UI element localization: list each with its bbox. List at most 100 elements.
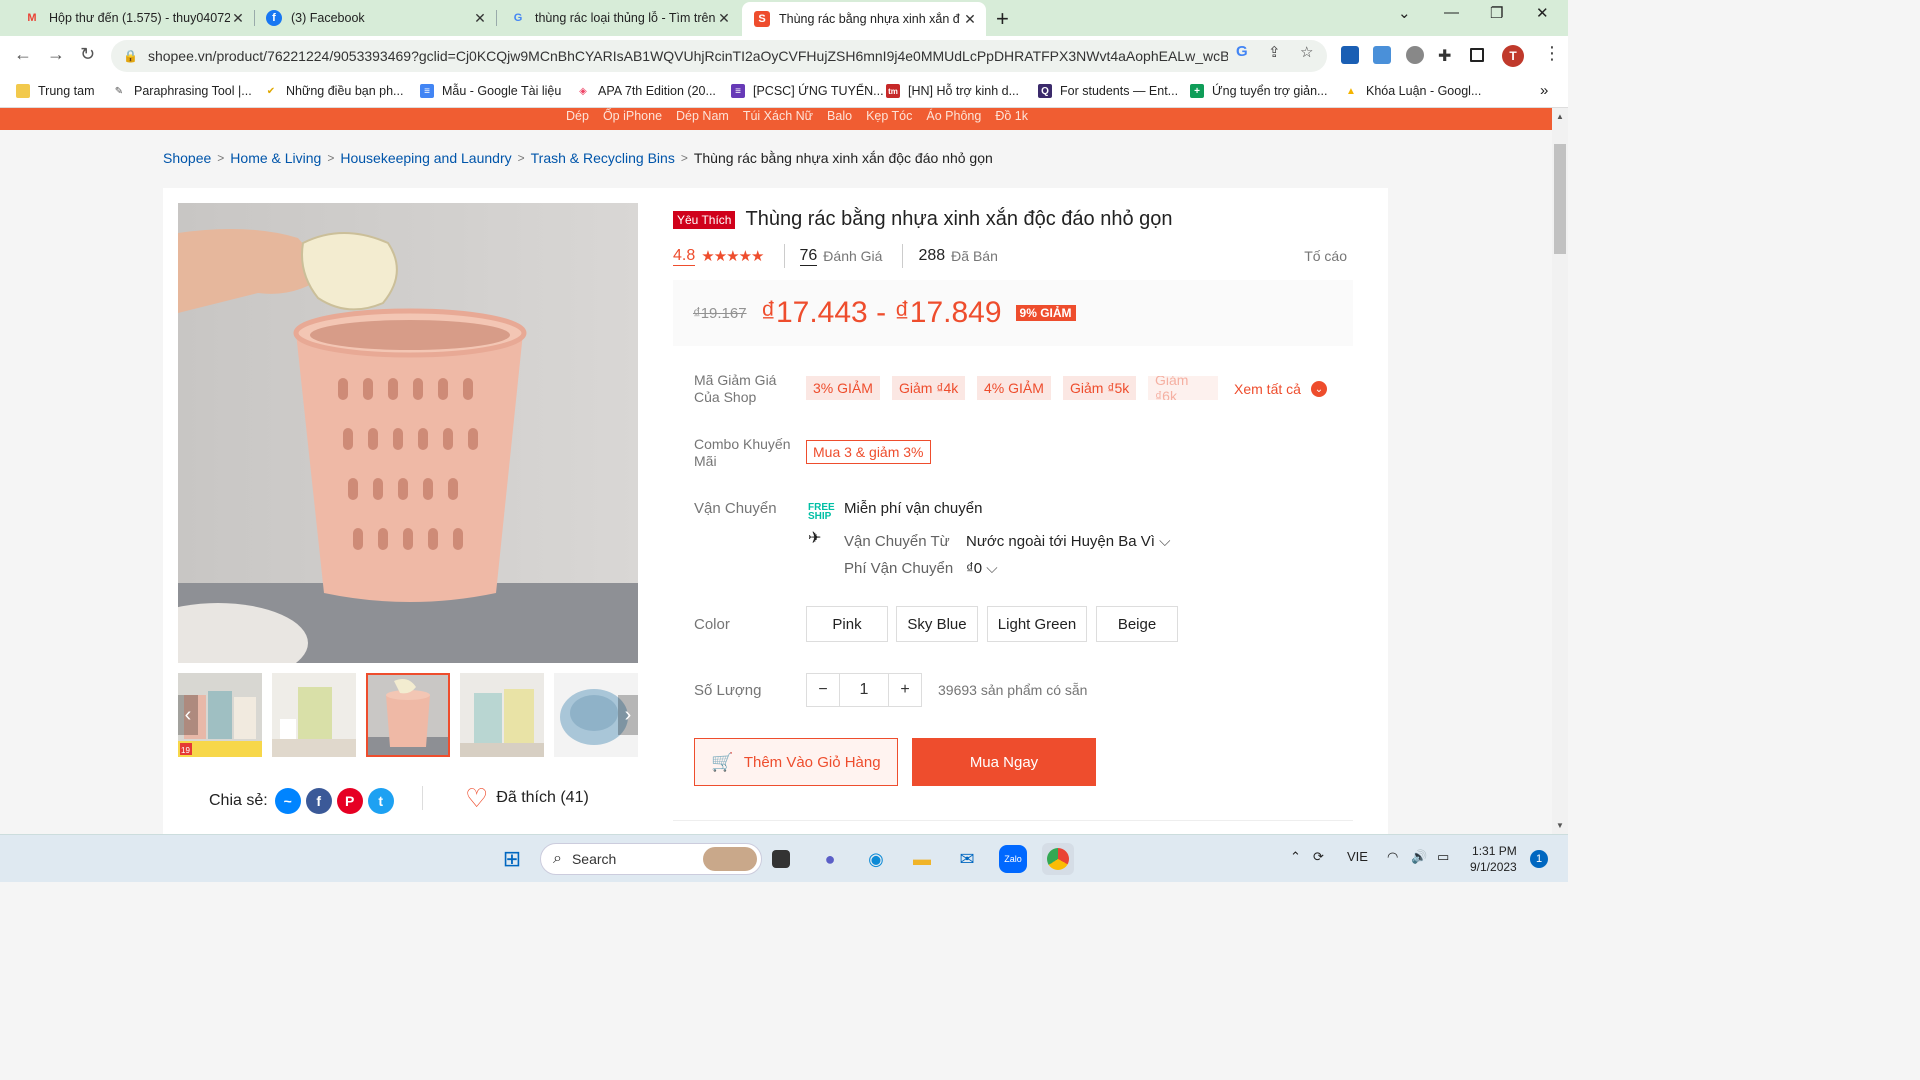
wifi-icon[interactable]: ◠	[1387, 849, 1398, 865]
menu-kebab-icon[interactable]: ⋮	[1543, 43, 1561, 64]
new-tab-icon[interactable]: +	[996, 6, 1009, 32]
buy-now-button[interactable]: Mua Ngay	[912, 738, 1096, 786]
add-to-cart-button[interactable]: 🛒 Thêm Vào Giỏ Hàng	[694, 738, 898, 786]
plus-icon[interactable]: +	[889, 674, 921, 706]
pinterest-icon[interactable]: P	[336, 788, 363, 814]
minus-icon[interactable]: −	[807, 674, 839, 706]
vertical-scrollbar[interactable]: ▲ ▼	[1552, 108, 1568, 834]
facebook-share-icon[interactable]: f	[305, 788, 332, 814]
sync-icon[interactable]: ⟳	[1313, 849, 1324, 865]
tab-search-icon[interactable]: ⌄	[1398, 4, 1411, 22]
scroll-down-icon[interactable]: ▼	[1556, 821, 1564, 830]
bookmark-item[interactable]: ≡ Mẫu - Google Tài liệu	[420, 84, 561, 98]
forward-icon[interactable]: →	[47, 44, 65, 65]
side-panel-icon[interactable]	[1470, 48, 1484, 62]
bookmark-star-icon[interactable]: ☆	[1300, 43, 1313, 61]
profile-avatar[interactable]: T	[1502, 45, 1524, 67]
ship-fee-dropdown[interactable]: ₫0 ⌵	[966, 560, 998, 577]
bookmark-item[interactable]: tm [HN] Hỗ trợ kinh d...	[886, 84, 1019, 98]
bookmark-item[interactable]: Trung tam	[16, 84, 95, 98]
breadcrumb-link[interactable]: Trash & Recycling Bins	[531, 150, 675, 166]
voucher-chip[interactable]: Giảm ₫4k	[892, 376, 966, 400]
suggestion-link[interactable]: Ốp iPhone	[603, 108, 662, 130]
suggestion-link[interactable]: Áo Phông	[926, 108, 981, 130]
reload-icon[interactable]: ↻	[80, 44, 95, 65]
suggestion-link[interactable]: Túi Xách Nữ	[743, 108, 813, 130]
file-explorer-icon[interactable]: ▬	[908, 845, 936, 873]
product-main-image[interactable]	[178, 203, 638, 663]
chevron-left-icon[interactable]: ‹	[178, 695, 198, 735]
bookmark-item[interactable]: Q For students — Ent...	[1038, 84, 1178, 98]
tab-google-search[interactable]: G thùng rác loại thủng lỗ - Tìm trên ✕	[490, 2, 740, 34]
bookmark-item[interactable]: + Ứng tuyển trợ giản...	[1190, 84, 1327, 98]
chevron-up-icon[interactable]: ⌃	[1290, 849, 1301, 865]
close-icon[interactable]: ✕	[716, 10, 732, 27]
messenger-icon[interactable]: ~	[274, 788, 301, 814]
combo-chip[interactable]: Mua 3 & giảm 3%	[806, 440, 931, 464]
suggestion-link[interactable]: Balo	[827, 108, 852, 130]
maximize-icon[interactable]: ❐	[1490, 4, 1503, 22]
breadcrumb-link[interactable]: Shopee	[163, 150, 211, 166]
more-bookmarks-icon[interactable]: »	[1540, 82, 1548, 99]
tab-facebook[interactable]: f (3) Facebook ✕	[246, 2, 496, 34]
google-lens-icon[interactable]: G	[1236, 43, 1248, 60]
reviews-count[interactable]: 76	[799, 247, 818, 266]
scroll-up-icon[interactable]: ▲	[1556, 112, 1564, 121]
bookmark-item[interactable]: ≡ [PCSC] ỨNG TUYỂN...	[731, 84, 884, 98]
bookmark-item[interactable]: ✔ Những điều bạn ph...	[264, 84, 404, 98]
report-link[interactable]: Tố cáo	[1304, 248, 1347, 264]
ship-from-dropdown[interactable]: Nước ngoài tới Huyện Ba Vì ⌵	[966, 533, 1171, 550]
voucher-chip[interactable]: 4% GIẢM	[977, 376, 1051, 400]
chrome-icon[interactable]	[1042, 843, 1074, 875]
thumbnail-selected[interactable]	[366, 673, 450, 757]
suggestion-link[interactable]: Dép Nam	[676, 108, 729, 130]
close-icon[interactable]: ✕	[962, 11, 978, 28]
chevron-right-icon[interactable]: ›	[618, 695, 638, 735]
tab-shopee[interactable]: S Thùng rác bằng nhựa xinh xắn đ ✕	[742, 2, 986, 36]
twitter-icon[interactable]: t	[367, 788, 394, 814]
color-option-sky-blue[interactable]: Sky Blue	[896, 606, 978, 642]
notification-badge[interactable]: 1	[1530, 850, 1548, 868]
volume-icon[interactable]: 🔊	[1411, 849, 1427, 865]
voucher-chip[interactable]: Giảm ₫5k	[1063, 376, 1137, 400]
breadcrumb-link[interactable]: Home & Living	[230, 150, 321, 166]
like-button[interactable]: ♡ Đã thích (41)	[465, 785, 589, 811]
tab-gmail[interactable]: M Hộp thư đến (1.575) - thuy04072 ✕	[4, 2, 254, 34]
back-icon[interactable]: ←	[14, 44, 32, 65]
suggestion-link[interactable]: Đồ 1k	[995, 108, 1028, 130]
voucher-chip[interactable]: Giảm ₫6k	[1148, 376, 1218, 400]
thumbnail[interactable]	[272, 673, 356, 757]
close-icon[interactable]: ✕	[230, 10, 246, 27]
see-all-vouchers[interactable]: Xem tất cả ⌄	[1234, 381, 1327, 397]
extensions-puzzle-icon[interactable]: ✚	[1438, 46, 1456, 65]
start-windows-icon[interactable]: ⊞	[498, 845, 526, 873]
language-indicator[interactable]: VIE	[1347, 849, 1368, 864]
bookmark-item[interactable]: ▲ Khóa Luận - Googl...	[1344, 84, 1481, 98]
edge-icon[interactable]: ◉	[862, 845, 890, 873]
scrollbar-thumb[interactable]	[1554, 144, 1566, 254]
bookmark-item[interactable]: ◈ APA 7th Edition (20...	[576, 84, 716, 98]
taskbar-search[interactable]: ⌕ Search	[540, 843, 762, 875]
suggestion-link[interactable]: Kẹp Tóc	[866, 108, 912, 130]
voucher-chip[interactable]: 3% GIẢM	[806, 376, 880, 400]
quantity-input[interactable]: 1	[839, 674, 889, 706]
address-bar[interactable]: 🔒 shopee.vn/product/76221224/9053393469?…	[111, 40, 1327, 72]
teams-chat-icon[interactable]: ●	[816, 845, 844, 873]
clock[interactable]: 1:31 PM 9/1/2023	[1470, 843, 1517, 875]
close-window-icon[interactable]: ✕	[1536, 4, 1549, 22]
share-icon[interactable]: ⇪	[1268, 43, 1281, 61]
breadcrumb-link[interactable]: Housekeeping and Laundry	[340, 150, 511, 166]
extension-grid-icon[interactable]	[1341, 46, 1359, 64]
extension-globe-icon[interactable]	[1406, 46, 1424, 64]
extension-image-icon[interactable]	[1373, 46, 1391, 64]
rating-score[interactable]: 4.8	[673, 247, 696, 266]
thumbnail[interactable]	[460, 673, 544, 757]
zalo-icon[interactable]: Zalo	[999, 845, 1027, 873]
minimize-icon[interactable]: —	[1444, 4, 1459, 21]
color-option-light-green[interactable]: Light Green	[987, 606, 1087, 642]
mail-icon[interactable]: ✉	[953, 845, 981, 873]
suggestion-link[interactable]: Dép	[566, 108, 589, 130]
task-view-icon[interactable]	[772, 850, 790, 868]
url-text[interactable]: shopee.vn/product/76221224/9053393469?gc…	[148, 48, 1228, 64]
color-option-beige[interactable]: Beige	[1096, 606, 1178, 642]
